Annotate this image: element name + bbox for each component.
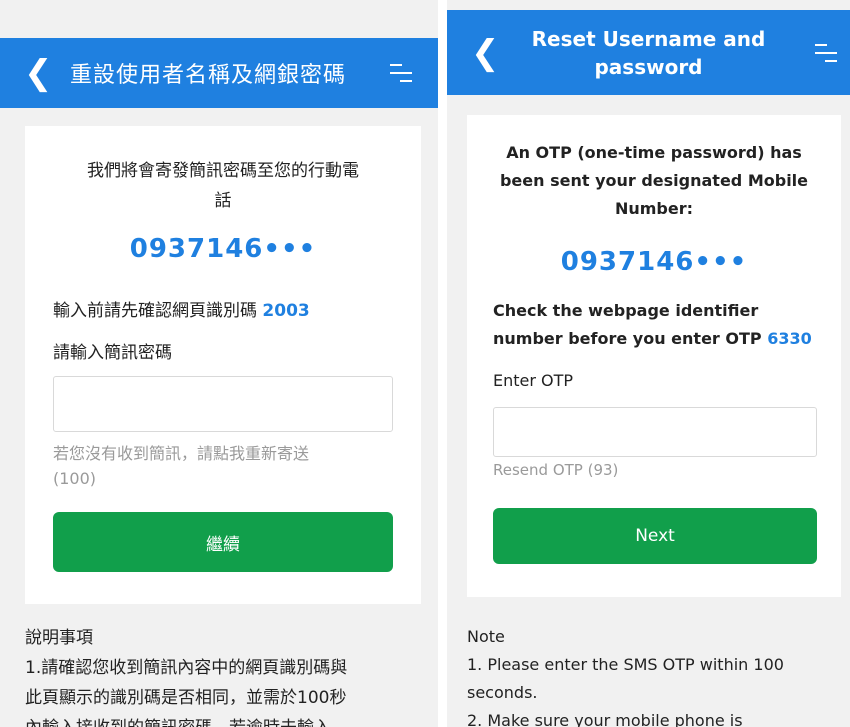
- intro-text-line3: Number:: [614, 199, 694, 218]
- identifier-label: number before you enter OTP: [493, 329, 762, 348]
- resend-otp-link[interactable]: Resend OTP (93): [493, 461, 618, 479]
- notes-line1: 1. Please enter the SMS OTP within 100: [467, 655, 784, 674]
- otp-input[interactable]: [493, 407, 817, 457]
- intro-text-line1: 我們將會寄發簡訊密碼至您的行動電: [87, 161, 359, 181]
- resend-countdown[interactable]: (100): [53, 469, 96, 488]
- notes-line3: 內輸入接收到的簡訊密碼，若逾時未輸入: [25, 713, 331, 727]
- otp-card: 我們將會寄發簡訊密碼至您的行動電 話 0937146••• 輸入前請先確認網頁識…: [25, 126, 421, 604]
- identifier-label: 輸入前請先確認網頁識別碼: [53, 301, 257, 321]
- otp-label: 請輸入簡訊密碼: [53, 343, 172, 363]
- intro-text-line2: 話: [214, 191, 232, 211]
- notes-line2: 此頁顯示的識別碼是否相同，並需於100秒: [25, 688, 347, 708]
- otp-input[interactable]: [53, 376, 393, 432]
- page-title-line1: Reset Username and: [531, 26, 766, 51]
- intro-text-line2: been sent your designated Mobile: [499, 171, 809, 190]
- identifier-line: 輸入前請先確認網頁識別碼 2003: [53, 296, 310, 321]
- page-title-line2: password: [594, 54, 703, 79]
- otp-card: An OTP (one-time password) has been sent…: [467, 115, 841, 597]
- notes-title: Note: [467, 627, 505, 646]
- resend-link-line1[interactable]: 若您沒有收到簡訊，請點我重新寄送: [53, 440, 309, 464]
- masked-phone-number: 0937146•••: [129, 234, 317, 264]
- notes-title: 說明事項: [25, 628, 93, 648]
- chevron-left-icon[interactable]: ❮: [471, 36, 500, 70]
- menu-icon[interactable]: [390, 63, 412, 83]
- notes-line1: 1.請確認您收到簡訊內容中的網頁識別碼與: [25, 658, 348, 678]
- identifier-code: 2003: [262, 301, 310, 321]
- screen-chinese: ❮ 重設使用者名稱及網銀密碼 我們將會寄發簡訊密碼至您的行動電 話 093714…: [0, 0, 438, 727]
- notes-line3: 2. Make sure your mobile phone is: [467, 711, 743, 727]
- notes-line2: seconds.: [467, 683, 538, 702]
- continue-button[interactable]: 繼續: [53, 512, 393, 572]
- identifier-line1: Check the webpage identifier: [493, 301, 759, 320]
- menu-icon[interactable]: [815, 43, 837, 63]
- identifier-line2: number before you enter OTP 6330: [493, 329, 812, 348]
- screen-english: ❮ Reset Username and password An OTP (on…: [447, 0, 850, 727]
- chevron-left-icon[interactable]: ❮: [24, 56, 53, 90]
- intro-text-line1: An OTP (one-time password) has: [506, 143, 802, 162]
- next-button[interactable]: Next: [493, 508, 817, 564]
- identifier-code: 6330: [767, 329, 812, 348]
- app-header: ❮ Reset Username and password: [447, 10, 850, 95]
- page-title: Reset Username and password: [527, 25, 770, 81]
- app-header: ❮ 重設使用者名稱及網銀密碼: [0, 38, 438, 108]
- otp-label: Enter OTP: [493, 371, 574, 390]
- masked-phone-number: 0937146•••: [560, 247, 748, 277]
- page-title: 重設使用者名稱及網銀密碼: [70, 63, 347, 88]
